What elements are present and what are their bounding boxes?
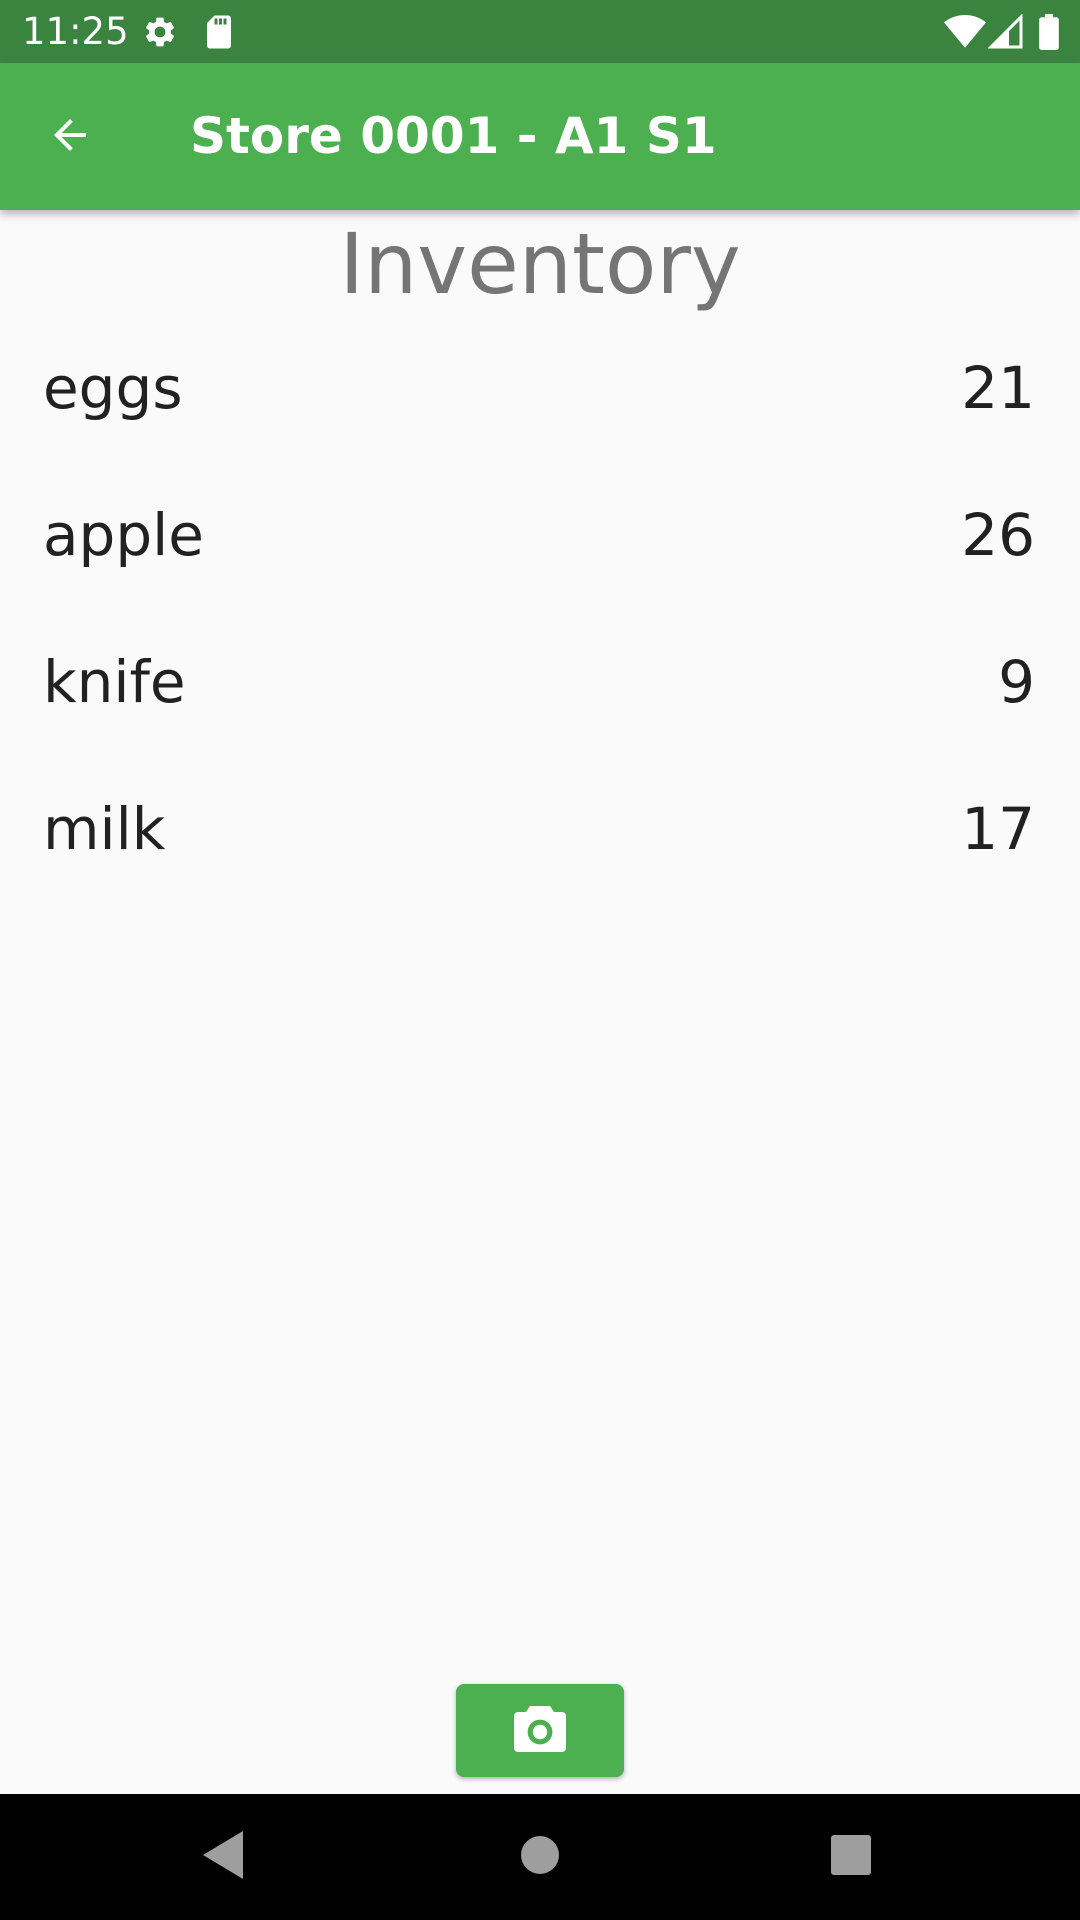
camera-icon <box>512 1704 568 1758</box>
page-title: Inventory <box>339 215 741 313</box>
screen: 11:25 Store 0001 - A1 S1 Inventory eggs … <box>0 0 1080 1920</box>
list-item[interactable]: milk 17 <box>0 771 1080 918</box>
settings-icon <box>142 14 178 50</box>
home-circle-icon <box>520 1835 560 1879</box>
item-quantity: 21 <box>961 354 1035 422</box>
app-bar: Store 0001 - A1 S1 <box>0 63 1080 210</box>
battery-icon <box>1038 14 1060 50</box>
status-time: 11:25 <box>22 10 129 53</box>
item-name: apple <box>43 501 204 569</box>
wifi-icon <box>944 14 986 50</box>
nav-recents-button[interactable] <box>818 1824 884 1890</box>
arrow-back-icon <box>46 111 94 163</box>
navigation-bar <box>0 1794 1080 1920</box>
back-triangle-icon <box>203 1831 247 1883</box>
list-item[interactable]: apple 26 <box>0 477 1080 624</box>
item-name: eggs <box>43 354 183 422</box>
nav-home-button[interactable] <box>507 1824 573 1890</box>
sd-card-icon <box>204 14 234 50</box>
item-name: knife <box>43 648 186 716</box>
item-quantity: 17 <box>961 795 1035 863</box>
inventory-list: eggs 21 apple 26 knife 9 milk 17 <box>0 330 1080 918</box>
camera-button[interactable] <box>456 1684 624 1777</box>
list-item[interactable]: knife 9 <box>0 624 1080 771</box>
list-item[interactable]: eggs 21 <box>0 330 1080 477</box>
status-bar: 11:25 <box>0 0 1080 63</box>
item-name: milk <box>43 795 166 863</box>
back-button[interactable] <box>28 95 112 179</box>
signal-icon <box>987 13 1024 50</box>
item-quantity: 26 <box>961 501 1035 569</box>
recents-square-icon <box>831 1835 871 1879</box>
nav-back-button[interactable] <box>192 1824 258 1890</box>
app-bar-title: Store 0001 - A1 S1 <box>190 107 717 165</box>
item-quantity: 9 <box>998 648 1035 716</box>
